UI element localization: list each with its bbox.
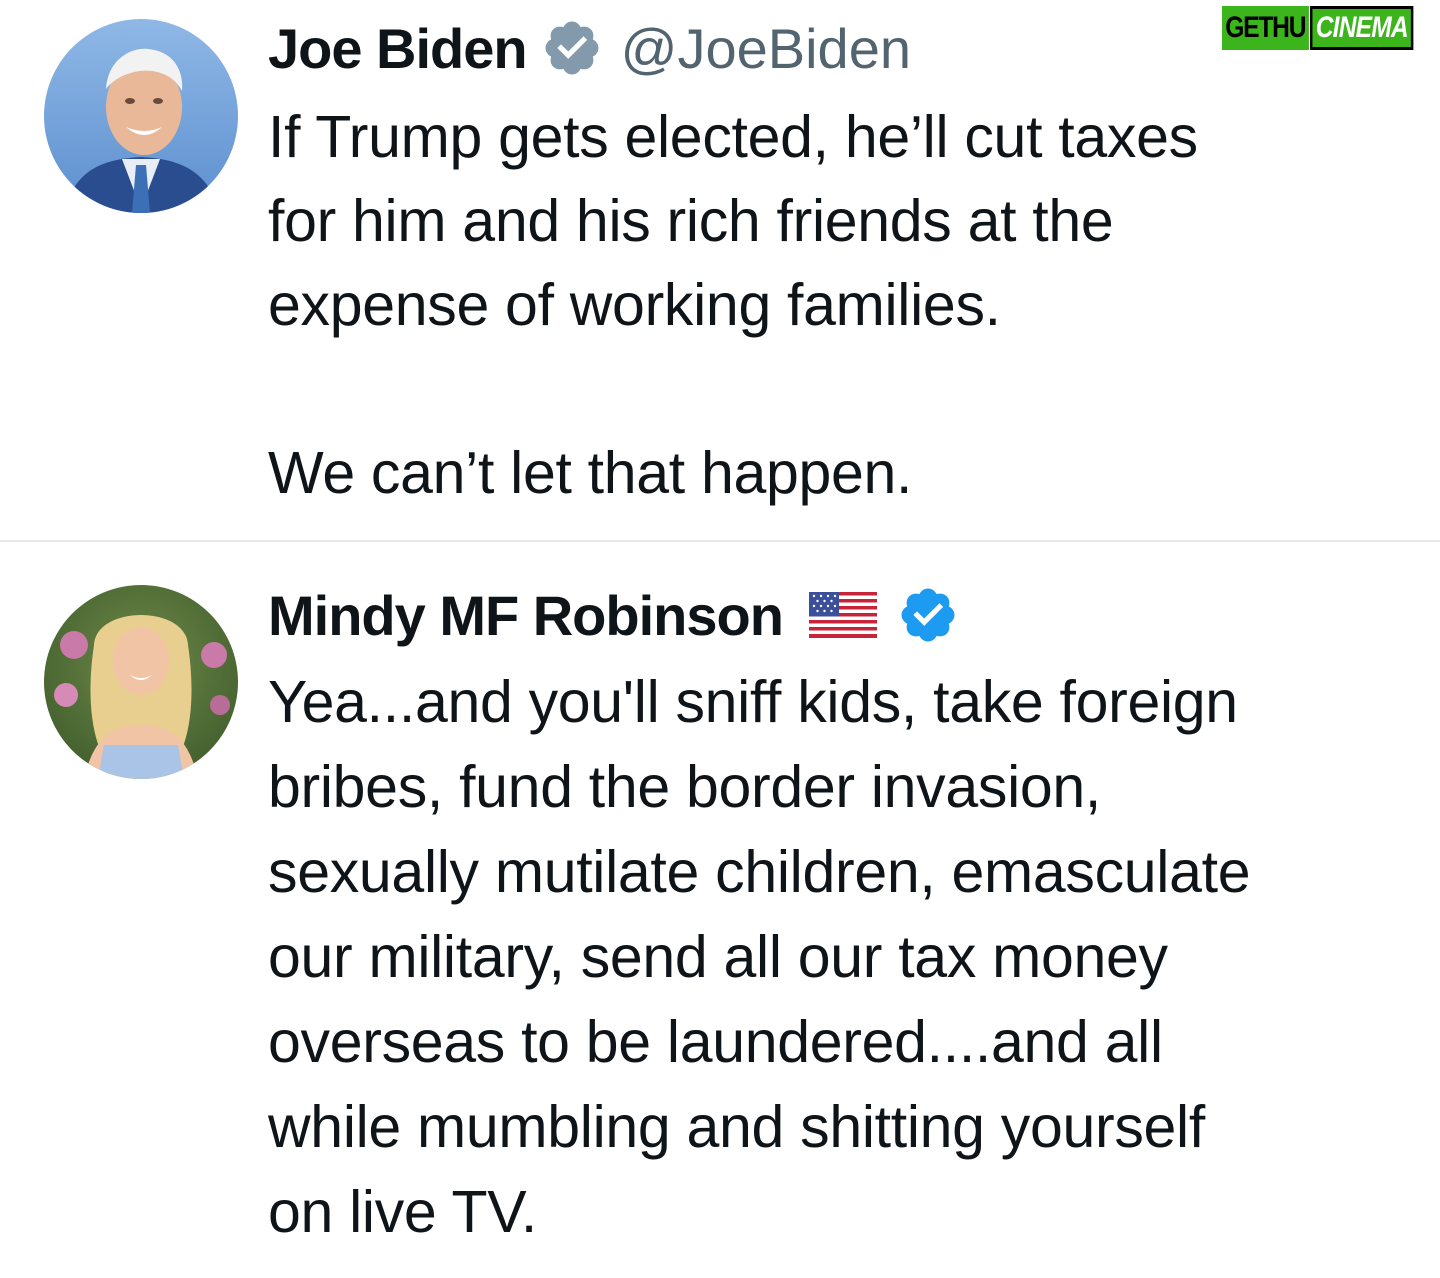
avatar-portrait-image xyxy=(44,19,238,213)
author-name[interactable]: Joe Biden xyxy=(268,16,528,81)
blue-verified-icon[interactable] xyxy=(897,584,959,646)
tweet-text: Yea...and you'll sniff kids, take foreig… xyxy=(268,669,1251,1245)
tweet-card[interactable]: Joe Biden @JoeBiden If Trump gets electe… xyxy=(0,0,1440,540)
tweet-card[interactable]: Mindy MF Robinson Yea...and you'll sniff… xyxy=(0,542,1440,1278)
author-name[interactable]: Mindy MF Robinson xyxy=(268,583,784,648)
author-handle[interactable]: @JoeBiden xyxy=(621,16,911,81)
avatar[interactable] xyxy=(44,585,238,779)
tweet-text: If Trump gets elected, he’ll cut taxes f… xyxy=(268,104,1198,506)
tweet-header: Mindy MF Robinson xyxy=(268,580,959,650)
avatar-portrait-image xyxy=(44,585,238,779)
tweet-header: Joe Biden @JoeBiden xyxy=(268,13,911,83)
avatar[interactable] xyxy=(44,19,238,213)
gray-verified-icon[interactable] xyxy=(541,17,603,79)
us-flag-icon xyxy=(808,592,877,638)
